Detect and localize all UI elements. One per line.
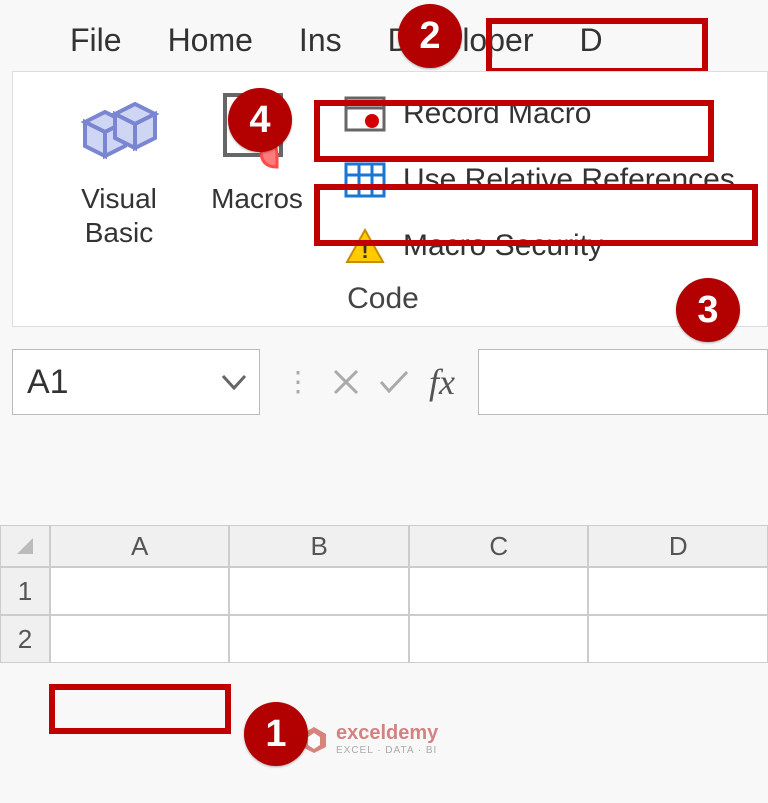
row-header-2[interactable]: 2	[0, 615, 50, 663]
watermark-sub: EXCEL · DATA · BI	[336, 745, 438, 756]
name-box-value: A1	[27, 363, 69, 402]
cell-a2[interactable]	[50, 615, 230, 663]
insert-function-button[interactable]: fx	[422, 351, 462, 413]
tab-insert[interactable]: Ins	[299, 22, 342, 59]
cancel-button[interactable]	[326, 351, 366, 413]
cell-d1[interactable]	[588, 567, 768, 615]
tab-home[interactable]: Home	[168, 22, 253, 59]
cell-c2[interactable]	[409, 615, 589, 663]
watermark-name: exceldemy	[336, 722, 438, 744]
cell-d2[interactable]	[588, 615, 768, 663]
watermark: exceldemy EXCEL · DATA · BI	[300, 722, 438, 756]
cell-b1[interactable]	[229, 567, 409, 615]
select-all-button[interactable]	[0, 525, 50, 567]
highlight-box-relative-refs	[314, 184, 758, 246]
annotation-marker-2: 2	[398, 4, 462, 68]
annotation-marker-4: 4	[228, 88, 292, 152]
cell-a1[interactable]	[50, 567, 230, 615]
macros-label: Macros	[211, 182, 303, 216]
visual-basic-icon	[77, 86, 161, 176]
tab-file[interactable]: File	[70, 22, 122, 59]
enter-button[interactable]	[374, 351, 414, 413]
highlight-box-record-macro	[314, 100, 714, 162]
row-header-1[interactable]: 1	[0, 567, 50, 615]
annotation-marker-3: 3	[676, 278, 740, 342]
formula-input[interactable]	[478, 349, 768, 415]
column-header-b[interactable]: B	[229, 525, 409, 567]
highlight-box-cell-a1	[49, 684, 231, 734]
more-icon[interactable]: ⋮	[278, 351, 318, 413]
ribbon-group-label: Code	[59, 274, 747, 316]
x-icon	[331, 367, 361, 397]
cell-b2[interactable]	[229, 615, 409, 663]
annotation-marker-1: 1	[244, 702, 308, 766]
column-header-a[interactable]: A	[50, 525, 230, 567]
chevron-down-icon[interactable]	[221, 372, 247, 392]
column-header-d[interactable]: D	[588, 525, 768, 567]
highlight-box-developer-tab	[486, 18, 708, 74]
name-box[interactable]: A1	[12, 349, 260, 415]
formula-bar: A1 ⋮ fx	[12, 349, 768, 415]
fx-icon: fx	[429, 361, 455, 403]
spreadsheet-grid: A B C D 1 2	[0, 525, 768, 663]
cell-c1[interactable]	[409, 567, 589, 615]
check-icon	[378, 368, 410, 396]
column-header-c[interactable]: C	[409, 525, 589, 567]
visual-basic-button[interactable]: Visual Basic	[59, 86, 179, 249]
visual-basic-label: Visual Basic	[81, 182, 157, 249]
